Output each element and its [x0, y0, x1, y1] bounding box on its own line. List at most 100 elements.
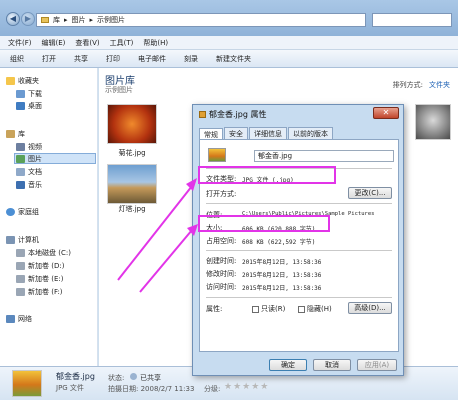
- homegroup-icon: [6, 208, 15, 216]
- arrange-dropdown[interactable]: 文件夹: [429, 80, 450, 90]
- library-icon: [6, 130, 15, 138]
- drive-icon: [16, 288, 25, 296]
- open-with-label: 打开方式:: [206, 190, 237, 198]
- breadcrumb-2[interactable]: 图片: [72, 15, 86, 25]
- nav-label: 网络: [18, 315, 32, 323]
- size-highlight: [198, 215, 330, 232]
- divider: [206, 297, 392, 298]
- address-bar[interactable]: 库 ▸ 图片 ▸ 示例图片: [36, 13, 366, 27]
- nav-music[interactable]: 音乐: [16, 180, 42, 190]
- menu-bar: 文件(F) 编辑(E) 查看(V) 工具(T) 帮助(H): [0, 36, 458, 50]
- accessed-value: 2015年8月12日, 13:58:36: [242, 285, 322, 292]
- chevron-right-icon: ▸: [89, 16, 94, 24]
- burn-button[interactable]: 刻录: [184, 54, 198, 64]
- menu-file[interactable]: 文件(F): [8, 38, 32, 48]
- cancel-button[interactable]: 取消: [313, 359, 351, 371]
- folder-icon: [41, 17, 49, 23]
- thumbnail-chrysanthemum[interactable]: [107, 104, 157, 144]
- details-filename: 郁金香.jpg: [56, 372, 95, 381]
- nav-homegroup[interactable]: 家庭组: [6, 207, 39, 217]
- filename-field[interactable]: 郁金香.jpg: [254, 150, 394, 162]
- nav-vol-f[interactable]: 新加卷 (F:): [16, 287, 63, 297]
- nav-label: 下载: [28, 90, 42, 98]
- nav-pictures[interactable]: 图片: [14, 153, 96, 164]
- forward-icon[interactable]: ▶: [21, 12, 35, 26]
- details-state-label: 状态:: [108, 374, 125, 382]
- documents-icon: [16, 168, 25, 176]
- disk-size-value: 608 KB (622,592 字节): [242, 239, 316, 246]
- close-icon[interactable]: ✕: [373, 107, 399, 119]
- nav-libraries[interactable]: 库: [6, 129, 25, 139]
- modified-label: 修改时间:: [206, 270, 237, 278]
- created-label: 创建时间:: [206, 257, 237, 265]
- menu-view[interactable]: 查看(V): [75, 38, 99, 48]
- navigation-pane: 收藏夹 下载 桌面 库 视频 图片 文档 音乐 家庭组 计算机 本地磁盘 (C:…: [0, 68, 98, 366]
- nav-label: 家庭组: [18, 208, 39, 216]
- video-icon: [16, 143, 25, 151]
- email-button[interactable]: 电子邮件: [138, 54, 166, 64]
- nav-label: 本地磁盘 (C:): [28, 249, 71, 257]
- thumbnail-partial-right[interactable]: [415, 104, 451, 140]
- nav-label: 音乐: [28, 181, 42, 189]
- back-icon[interactable]: ◀: [6, 12, 20, 26]
- dialog-title-text: 郁金香.jpg 属性: [209, 110, 267, 119]
- nav-label: 库: [18, 130, 25, 138]
- change-button[interactable]: 更改(C)...: [348, 187, 392, 199]
- pictures-icon: [16, 154, 25, 163]
- properties-dialog: 郁金香.jpg 属性 ✕ 常规 安全 详细信息 以前的版本 郁金香.jpg 文件…: [192, 104, 404, 376]
- menu-help[interactable]: 帮助(H): [143, 38, 168, 48]
- nav-vol-d[interactable]: 新加卷 (D:): [16, 261, 64, 271]
- thumbnail-lighthouse[interactable]: [107, 164, 157, 204]
- disk-size-label: 占用空间:: [206, 237, 237, 245]
- details-thumbnail: [12, 370, 42, 397]
- organize-button[interactable]: 组织: [10, 54, 24, 64]
- hidden-checkbox[interactable]: 隐藏(H): [298, 304, 332, 314]
- details-state-value: 已共享: [140, 374, 161, 382]
- star-icon: [6, 77, 15, 85]
- desktop-icon: [16, 102, 25, 110]
- computer-icon: [6, 236, 15, 244]
- details-rating-label: 分级:: [204, 385, 221, 393]
- rating-stars-icon[interactable]: ★★★★★: [224, 382, 269, 392]
- filename-field-value: 郁金香.jpg: [258, 152, 293, 160]
- nav-label: 新加卷 (D:): [28, 262, 65, 270]
- details-type: JPG 文件: [56, 384, 84, 392]
- nav-computer[interactable]: 计算机: [6, 235, 39, 245]
- nav-favorites[interactable]: 收藏夹: [6, 76, 39, 86]
- nav-vol-e[interactable]: 新加卷 (E:): [16, 274, 63, 284]
- created-value: 2015年8月12日, 13:58:36: [242, 259, 322, 266]
- nav-label: 文档: [28, 168, 42, 176]
- share-button[interactable]: 共享: [74, 54, 88, 64]
- nav-documents[interactable]: 文档: [16, 167, 42, 177]
- nav-label: 新加卷 (F:): [28, 288, 63, 296]
- menu-tools[interactable]: 工具(T): [110, 38, 134, 48]
- print-button[interactable]: 打印: [106, 54, 120, 64]
- command-bar: 组织 打开 共享 打印 电子邮件 刻录 新建文件夹: [0, 50, 458, 68]
- network-icon: [6, 315, 15, 323]
- breadcrumb-1[interactable]: 库: [53, 15, 60, 25]
- menu-edit[interactable]: 编辑(E): [42, 38, 66, 48]
- advanced-button[interactable]: 高级(D)...: [348, 302, 392, 314]
- image-file-icon: [199, 111, 206, 118]
- share-icon: [130, 373, 137, 380]
- nav-downloads[interactable]: 下载: [16, 89, 42, 99]
- nav-local-disk[interactable]: 本地磁盘 (C:): [16, 248, 71, 258]
- chevron-right-icon: ▸: [64, 16, 68, 24]
- arrange-by: 排列方式: 文件夹: [393, 80, 450, 90]
- breadcrumb-3[interactable]: 示例图片: [97, 15, 125, 25]
- open-button[interactable]: 打开: [42, 54, 56, 64]
- new-folder-button[interactable]: 新建文件夹: [216, 54, 251, 64]
- readonly-checkbox[interactable]: 只读(R): [252, 304, 285, 314]
- download-folder-icon: [16, 90, 25, 98]
- apply-button[interactable]: 应用(A): [357, 359, 397, 371]
- search-input[interactable]: [372, 13, 452, 27]
- nav-desktop[interactable]: 桌面: [16, 101, 42, 111]
- drive-icon: [16, 262, 25, 270]
- nav-label: 新加卷 (E:): [28, 275, 64, 283]
- nav-network[interactable]: 网络: [6, 314, 32, 324]
- nav-videos[interactable]: 视频: [16, 142, 42, 152]
- ok-button[interactable]: 确定: [269, 359, 307, 371]
- divider: [206, 203, 392, 204]
- nav-label: 图片: [28, 154, 42, 163]
- details-date: 拍摄日期: 2008/2/7 11:33: [108, 385, 195, 393]
